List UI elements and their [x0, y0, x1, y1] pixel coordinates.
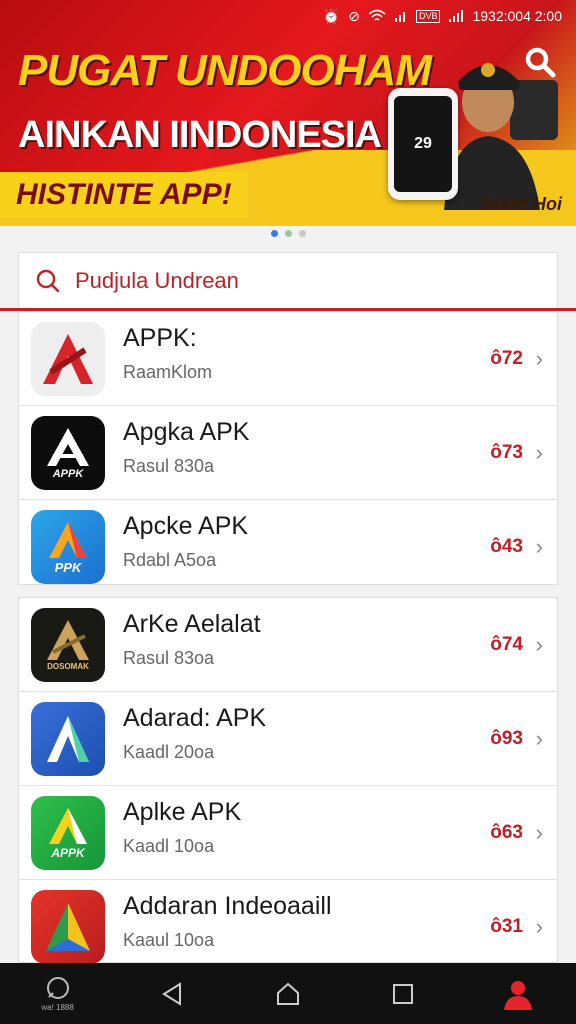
- app-price: ô31: [490, 916, 523, 937]
- clock: 1932:004 2:00: [472, 8, 562, 24]
- app-subtitle: Kaaul 10oa: [123, 930, 215, 950]
- assistant-button[interactable]: wa! 1888: [28, 969, 88, 1019]
- chevron-right-icon: ›: [535, 914, 543, 939]
- app-icon: [31, 890, 105, 964]
- list-item[interactable]: DOSOMAK ArKe Aelalat Rasul 83oa ô74 ›: [19, 598, 557, 692]
- app-icon-label: DOSOMAK: [47, 662, 89, 671]
- carousel-dot[interactable]: [284, 230, 292, 237]
- banner-subtitle: AINKAN IINDONESIA: [18, 114, 382, 156]
- app-name: Adarad: APK: [123, 704, 267, 732]
- app-subtitle: RaamKlom: [123, 362, 213, 382]
- app-name: APPK:: [123, 324, 197, 352]
- home-button[interactable]: [258, 969, 318, 1019]
- no-signal-icon: ⊘: [348, 7, 360, 24]
- red-a-logo-icon: [43, 333, 93, 384]
- app-price: ô63: [490, 821, 523, 843]
- blue-a-logo-icon: [47, 715, 89, 762]
- assistant-label: wa! 1888: [41, 1003, 74, 1012]
- app-subtitle: Rasul 830a: [123, 456, 215, 476]
- app-name: Addaran Indeoaaill: [123, 892, 332, 920]
- app-icon-label: PPK: [54, 559, 82, 575]
- app-name: ArKe Aelalat: [123, 610, 261, 638]
- alarm-icon: ⏰: [322, 7, 341, 24]
- profile-button[interactable]: [488, 969, 548, 1019]
- chevron-right-icon: ›: [535, 534, 543, 559]
- carousel-dots[interactable]: [0, 230, 576, 237]
- app-icon: [31, 701, 105, 776]
- app-subtitle: Rdabl A5oa: [123, 550, 217, 570]
- phone-screen-text: 29: [394, 96, 452, 192]
- list-item[interactable]: Addaran Indeoaaill Kaaul 10oa ô31 ›: [19, 880, 557, 974]
- search-bar[interactable]: Pudjula Undrean: [18, 252, 558, 308]
- app-subtitle: Rasul 83oa: [123, 648, 215, 668]
- banner-phone: 29: [388, 88, 458, 200]
- app-icon: APPK: [31, 415, 105, 490]
- app-icon-label: APPK: [51, 845, 85, 860]
- recents-icon: [393, 983, 414, 1004]
- white-a-logo-icon: [47, 427, 89, 466]
- app-list-2: DOSOMAK ArKe Aelalat Rasul 83oa ô74 › Ad…: [18, 597, 558, 964]
- signal-bars-icon: [449, 10, 464, 22]
- app-price: ô43: [490, 536, 523, 557]
- banner-tag: HISTINTE APP!: [0, 172, 248, 218]
- chevron-right-icon: ›: [535, 345, 543, 371]
- carousel-dot[interactable]: [270, 230, 278, 237]
- app-subtitle: Kaadl 10oa: [123, 836, 215, 856]
- search-icon: [36, 269, 60, 292]
- chevron-right-icon: ›: [535, 725, 543, 751]
- colorful-a-logo-icon: [49, 521, 87, 558]
- app-list-1: APPK: RaamKlom ô72 › APPK Apgka APK Rasu…: [18, 311, 558, 585]
- app-icon: APPK: [31, 795, 105, 870]
- banner-title: PUGAT UNDOOHAM: [18, 46, 432, 95]
- app-icon-label: APPK: [52, 467, 84, 480]
- assistant-icon: [46, 977, 69, 999]
- bottom-navigation: wa! 1888: [0, 963, 576, 1024]
- list-item[interactable]: APPK Apgka APK Rasul 830a ô73 ›: [19, 406, 557, 500]
- battery-badge: DVB: [415, 9, 441, 23]
- chevron-right-icon: ›: [535, 631, 543, 657]
- carousel-dot[interactable]: [298, 230, 306, 237]
- app-price: ô74: [490, 633, 523, 655]
- app-price: ô73: [490, 441, 523, 463]
- app-name: Apgka APK: [123, 418, 250, 446]
- search-input[interactable]: Pudjula Undrean: [75, 268, 239, 294]
- list-item[interactable]: Adarad: APK Kaadl 20oa ô93 ›: [19, 692, 557, 786]
- banner-brand: Saeto Hoi: [478, 194, 562, 214]
- list-item[interactable]: PPK Apcke APK Rdabl A5oa ô43 ›: [19, 500, 557, 594]
- app-subtitle: Kaadl 20oa: [123, 742, 215, 762]
- status-bar: ⏰ ⊘ DVB 1932:004 2:00: [0, 0, 576, 32]
- home-icon: [276, 982, 299, 1005]
- app-icon: DOSOMAK: [31, 607, 105, 682]
- search-icon[interactable]: [522, 44, 558, 80]
- promo-banner[interactable]: ⏰ ⊘ DVB 1932:004 2:00 PUGAT UNDOOHAM AIN…: [0, 0, 576, 226]
- green-a-logo-icon: [49, 807, 87, 844]
- recents-button[interactable]: [373, 969, 433, 1019]
- back-icon: [161, 981, 181, 1006]
- chevron-right-icon: ›: [535, 439, 543, 465]
- app-price: ô93: [490, 727, 523, 749]
- chevron-right-icon: ›: [535, 819, 543, 845]
- signal-icon: [394, 12, 405, 22]
- gold-a-logo-icon: [47, 620, 89, 660]
- wifi-icon: [368, 9, 386, 21]
- app-icon: [31, 321, 105, 396]
- user-icon: [504, 980, 533, 1010]
- back-button[interactable]: [143, 969, 203, 1019]
- app-icon: PPK: [31, 510, 105, 584]
- list-item[interactable]: APPK: RaamKlom ô72 ›: [19, 312, 557, 406]
- app-name: Apcke APK: [123, 512, 249, 540]
- multicolor-a-logo-icon: [46, 903, 90, 951]
- list-item[interactable]: APPK Aplke APK Kaadl 10oa ô63 ›: [19, 786, 557, 880]
- app-price: ô72: [490, 347, 523, 369]
- app-name: Aplke APK: [123, 798, 242, 826]
